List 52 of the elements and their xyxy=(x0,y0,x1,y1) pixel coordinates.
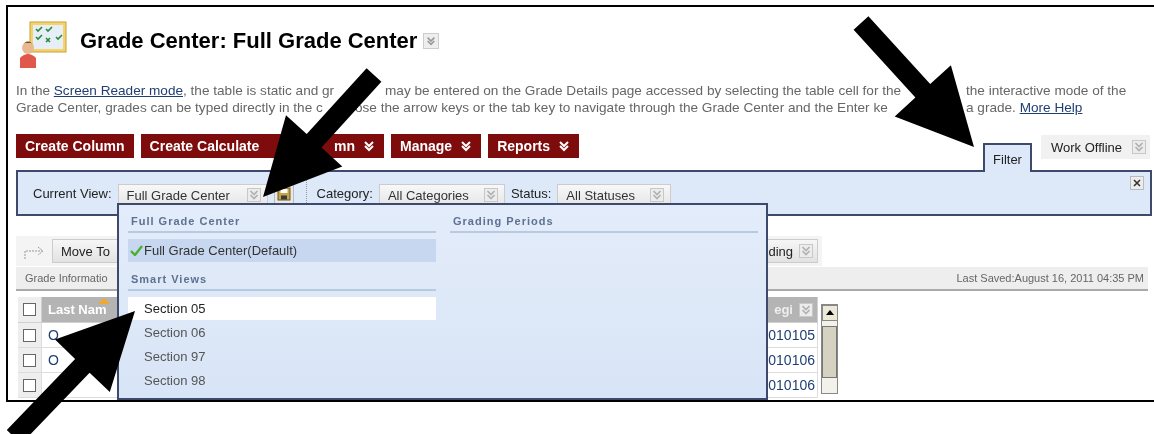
checkbox[interactable] xyxy=(23,378,36,392)
chevron-icon xyxy=(1132,140,1146,154)
menu-heading: Grading Periods xyxy=(450,215,758,233)
text-link[interactable]: More Help xyxy=(1019,100,1083,115)
menu-heading: Smart Views xyxy=(128,273,436,291)
menu-item[interactable]: Section 06 xyxy=(128,321,436,344)
chevron-icon xyxy=(246,188,261,202)
scroll-up-icon xyxy=(822,305,838,321)
close-button[interactable] xyxy=(1130,176,1144,190)
checkbox[interactable] xyxy=(23,353,36,367)
scrollbar[interactable] xyxy=(821,304,838,394)
field-label: Status: xyxy=(510,185,552,201)
text-link[interactable]: Screen Reader mode xyxy=(53,83,183,98)
table-cell: 010106 xyxy=(768,348,818,373)
field-label: Category: xyxy=(316,185,373,201)
checkbox[interactable] xyxy=(23,303,36,316)
action-button[interactable]: Reports xyxy=(488,134,580,158)
gradebook-icon xyxy=(18,20,68,68)
chevron-icon xyxy=(363,140,375,152)
menu-item[interactable]: Full Grade Center(Default) xyxy=(128,239,436,262)
chevron-icon xyxy=(799,302,813,317)
chevron-icon xyxy=(558,140,571,152)
checkbox[interactable] xyxy=(23,328,36,342)
student-link[interactable]: O xyxy=(48,327,59,343)
close-icon xyxy=(1132,178,1142,188)
tab[interactable]: Work Offline xyxy=(1040,135,1150,159)
table-cell: 010105 xyxy=(768,323,818,348)
action-button[interactable]: Create Column xyxy=(16,134,134,158)
field-label: Current View: xyxy=(33,185,112,201)
action-button[interactable]: Manage xyxy=(391,134,482,158)
table-cell: 010106 xyxy=(768,373,818,398)
view-select[interactable]: All Categories xyxy=(378,184,505,206)
chevron-icon xyxy=(799,244,813,258)
scroll-thumb[interactable] xyxy=(822,326,837,378)
menu-item[interactable]: Section 98 xyxy=(128,369,436,392)
info-label: Grade Informatio xyxy=(25,272,108,284)
student-link[interactable]: O xyxy=(48,352,59,368)
menu-item[interactable]: Section 05 xyxy=(128,297,436,320)
view-select[interactable]: All Statuses xyxy=(557,184,672,206)
chevron-icon xyxy=(650,188,665,202)
sort-arrow-icon xyxy=(98,298,110,304)
chevron-icon xyxy=(460,140,473,152)
title-menu-button[interactable] xyxy=(423,33,440,49)
menu-heading: Full Grade Center xyxy=(128,215,436,233)
check-icon xyxy=(130,245,143,256)
chevron-icon xyxy=(483,188,498,202)
toolbar-button[interactable]: Move To xyxy=(52,239,119,263)
page-title: Grade Center: Full Grade Center xyxy=(80,28,418,54)
tab[interactable]: Filter xyxy=(983,143,1032,172)
chevron-icon xyxy=(426,36,437,46)
menu-item[interactable]: Section 97 xyxy=(128,345,436,368)
last-saved-text: Last Saved:August 16, 2011 04:35 PM xyxy=(956,272,1144,284)
